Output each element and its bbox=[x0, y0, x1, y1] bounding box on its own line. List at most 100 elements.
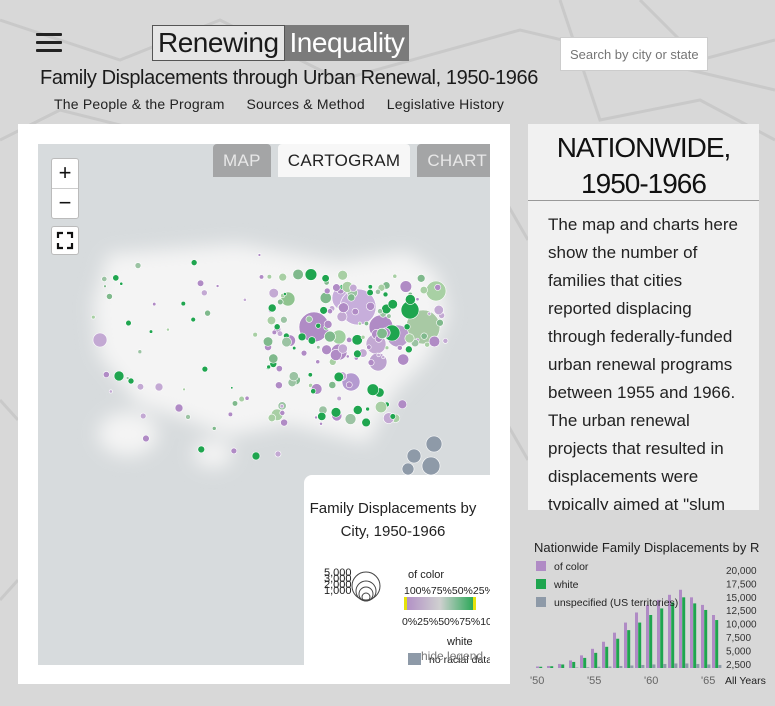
city-bubble[interactable] bbox=[315, 322, 322, 329]
city-bubble[interactable] bbox=[404, 333, 415, 344]
city-bubble[interactable] bbox=[397, 344, 403, 351]
city-bubble[interactable] bbox=[154, 382, 164, 392]
city-bubble[interactable] bbox=[376, 327, 388, 340]
city-bubble[interactable] bbox=[304, 268, 318, 281]
city-bubble[interactable] bbox=[317, 411, 327, 421]
site-logo[interactable]: Renewing Inequality bbox=[152, 25, 410, 61]
city-bubble[interactable] bbox=[279, 403, 285, 409]
city-bubble[interactable] bbox=[91, 314, 96, 320]
city-bubble[interactable] bbox=[367, 284, 373, 290]
bar-1954-1[interactable] bbox=[583, 657, 587, 668]
city-bubble[interactable] bbox=[419, 286, 428, 295]
city-bubble[interactable] bbox=[338, 302, 349, 314]
city-bubble[interactable] bbox=[127, 377, 135, 385]
city-bubble[interactable] bbox=[337, 270, 348, 281]
city-bubble[interactable] bbox=[139, 412, 147, 420]
city-bubble[interactable] bbox=[92, 332, 108, 348]
city-bubble[interactable] bbox=[280, 418, 288, 427]
city-bubble[interactable] bbox=[352, 405, 363, 415]
city-bubble[interactable] bbox=[134, 262, 142, 269]
bar-1954-2[interactable] bbox=[586, 667, 590, 668]
bar-1960-1[interactable] bbox=[649, 615, 653, 668]
city-bubble[interactable] bbox=[416, 274, 426, 283]
bar-1963-2[interactable] bbox=[685, 663, 689, 668]
bar-1950-0[interactable] bbox=[536, 666, 539, 668]
bar-1964-1[interactable] bbox=[693, 603, 697, 668]
city-bubble[interactable] bbox=[238, 395, 245, 403]
city-bubble[interactable] bbox=[344, 413, 357, 425]
hide-legend-link[interactable]: hide legend bbox=[421, 649, 483, 663]
city-bubble[interactable] bbox=[336, 395, 342, 402]
city-bubble[interactable] bbox=[252, 332, 258, 338]
city-bubble[interactable] bbox=[108, 389, 113, 394]
city-bubble[interactable] bbox=[231, 400, 239, 407]
city-bubble[interactable] bbox=[330, 407, 342, 418]
city-bubble[interactable] bbox=[142, 434, 150, 443]
city-bubble[interactable] bbox=[405, 345, 413, 354]
fullscreen-button[interactable] bbox=[51, 226, 79, 255]
bar-1965-2[interactable] bbox=[707, 664, 711, 668]
city-bubble[interactable] bbox=[279, 410, 286, 416]
city-bubble[interactable] bbox=[345, 354, 350, 359]
city-bubble[interactable] bbox=[433, 304, 444, 316]
city-bubble[interactable] bbox=[310, 388, 317, 395]
bar-1966-2[interactable] bbox=[718, 664, 722, 668]
city-bubble[interactable] bbox=[389, 413, 396, 420]
city-bubble[interactable] bbox=[353, 349, 362, 359]
city-bubble[interactable] bbox=[211, 426, 217, 431]
city-bubble[interactable] bbox=[273, 323, 281, 331]
bar-1953-0[interactable] bbox=[569, 660, 572, 668]
city-bubble[interactable] bbox=[201, 365, 209, 373]
city-bubble[interactable] bbox=[174, 403, 184, 413]
city-bubble[interactable] bbox=[278, 272, 287, 282]
city-bubble[interactable] bbox=[415, 297, 420, 302]
city-bubble[interactable] bbox=[332, 283, 341, 292]
city-bubble[interactable] bbox=[386, 313, 392, 319]
city-bubble[interactable] bbox=[297, 332, 307, 342]
zoom-in-button[interactable]: + bbox=[52, 159, 78, 188]
city-bubble[interactable] bbox=[102, 371, 110, 379]
city-bubble[interactable] bbox=[420, 332, 428, 340]
city-bubble[interactable] bbox=[267, 303, 277, 313]
city-bubble[interactable] bbox=[152, 302, 157, 307]
city-bubble[interactable] bbox=[201, 289, 208, 297]
bar-1958-0[interactable] bbox=[624, 622, 627, 668]
bar-1955-1[interactable] bbox=[594, 652, 598, 668]
city-bubble[interactable] bbox=[357, 321, 362, 326]
city-bubble[interactable] bbox=[366, 301, 375, 311]
bar-1961-2[interactable] bbox=[663, 663, 667, 668]
city-bubble[interactable] bbox=[328, 381, 337, 389]
city-bubble[interactable] bbox=[427, 311, 432, 316]
city-bubble[interactable] bbox=[307, 336, 316, 345]
city-bubble[interactable] bbox=[103, 284, 107, 289]
bar-1966-0[interactable] bbox=[712, 615, 715, 668]
city-bubble[interactable] bbox=[421, 456, 441, 476]
nav-sources-method[interactable]: Sources & Method bbox=[246, 96, 364, 112]
bar-1953-2[interactable] bbox=[575, 667, 579, 668]
bar-1954-0[interactable] bbox=[580, 655, 583, 668]
city-bubble[interactable] bbox=[292, 346, 297, 351]
city-bubble[interactable] bbox=[345, 381, 353, 389]
bar-1956-1[interactable] bbox=[605, 646, 609, 668]
city-bubble[interactable] bbox=[292, 268, 304, 281]
city-bubble[interactable] bbox=[376, 353, 381, 358]
city-bubble[interactable] bbox=[351, 307, 359, 316]
zoom-out-button[interactable]: − bbox=[52, 188, 78, 218]
city-bubble[interactable] bbox=[319, 421, 323, 426]
city-bubble[interactable] bbox=[434, 284, 442, 291]
bar-1957-1[interactable] bbox=[616, 638, 620, 668]
city-bubble[interactable] bbox=[148, 329, 154, 334]
city-bubble[interactable] bbox=[392, 273, 398, 279]
city-bubble[interactable] bbox=[397, 353, 410, 366]
city-bubble[interactable] bbox=[266, 364, 271, 370]
city-bubble[interactable] bbox=[166, 327, 170, 332]
city-bubble[interactable] bbox=[266, 315, 277, 326]
city-bubble[interactable] bbox=[230, 386, 234, 390]
city-bubble[interactable] bbox=[307, 372, 313, 378]
city-bubble[interactable] bbox=[106, 293, 113, 300]
bar-1959-0[interactable] bbox=[635, 612, 638, 668]
city-bubble[interactable] bbox=[365, 406, 370, 412]
city-bubble[interactable] bbox=[428, 335, 441, 348]
bar-1953-1[interactable] bbox=[572, 661, 576, 668]
city-bubble[interactable] bbox=[403, 323, 411, 331]
